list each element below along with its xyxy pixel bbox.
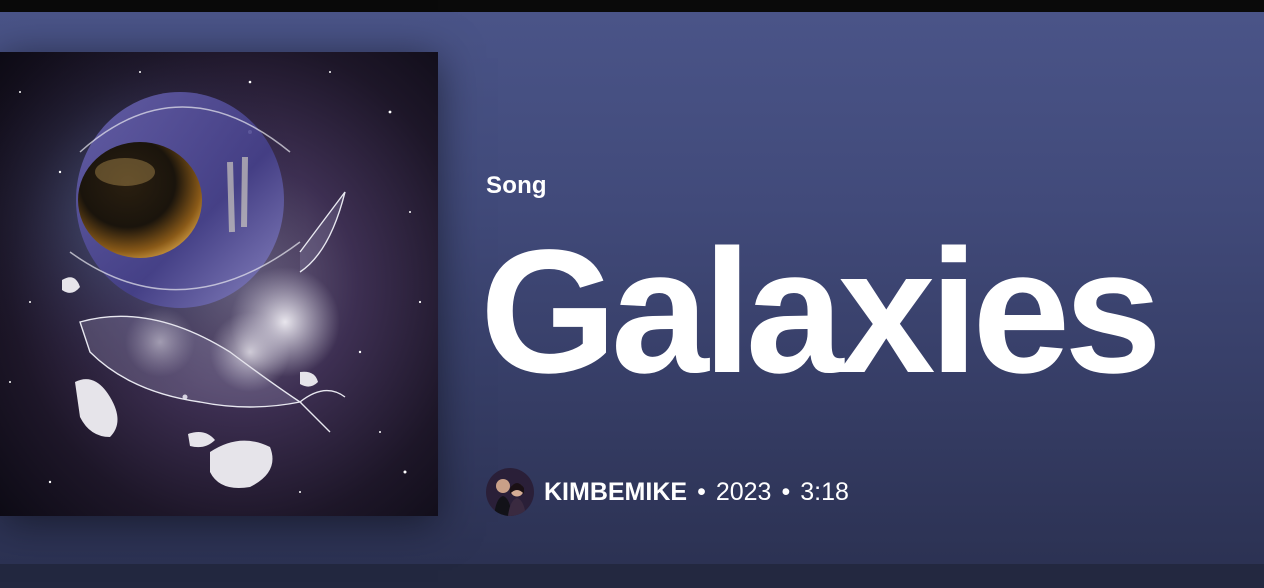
artist-avatar-icon[interactable] — [486, 468, 534, 516]
artist-link[interactable]: KIMBEMIKE — [544, 478, 687, 507]
album-cover-art-icon — [0, 52, 438, 516]
item-type-label: Song — [486, 172, 547, 199]
release-year: 2023 — [715, 477, 772, 506]
track-title: Galaxies — [480, 214, 1162, 410]
track-duration: 3:18 — [800, 477, 849, 506]
album-cover-image[interactable] — [0, 52, 438, 516]
content-area-edge — [0, 564, 1264, 588]
separator-dot: • — [697, 477, 706, 506]
track-byline: KIMBEMIKE • 2023 • 3:18 — [486, 468, 849, 516]
window-top-bar — [0, 0, 1264, 12]
separator-dot: • — [781, 477, 791, 506]
